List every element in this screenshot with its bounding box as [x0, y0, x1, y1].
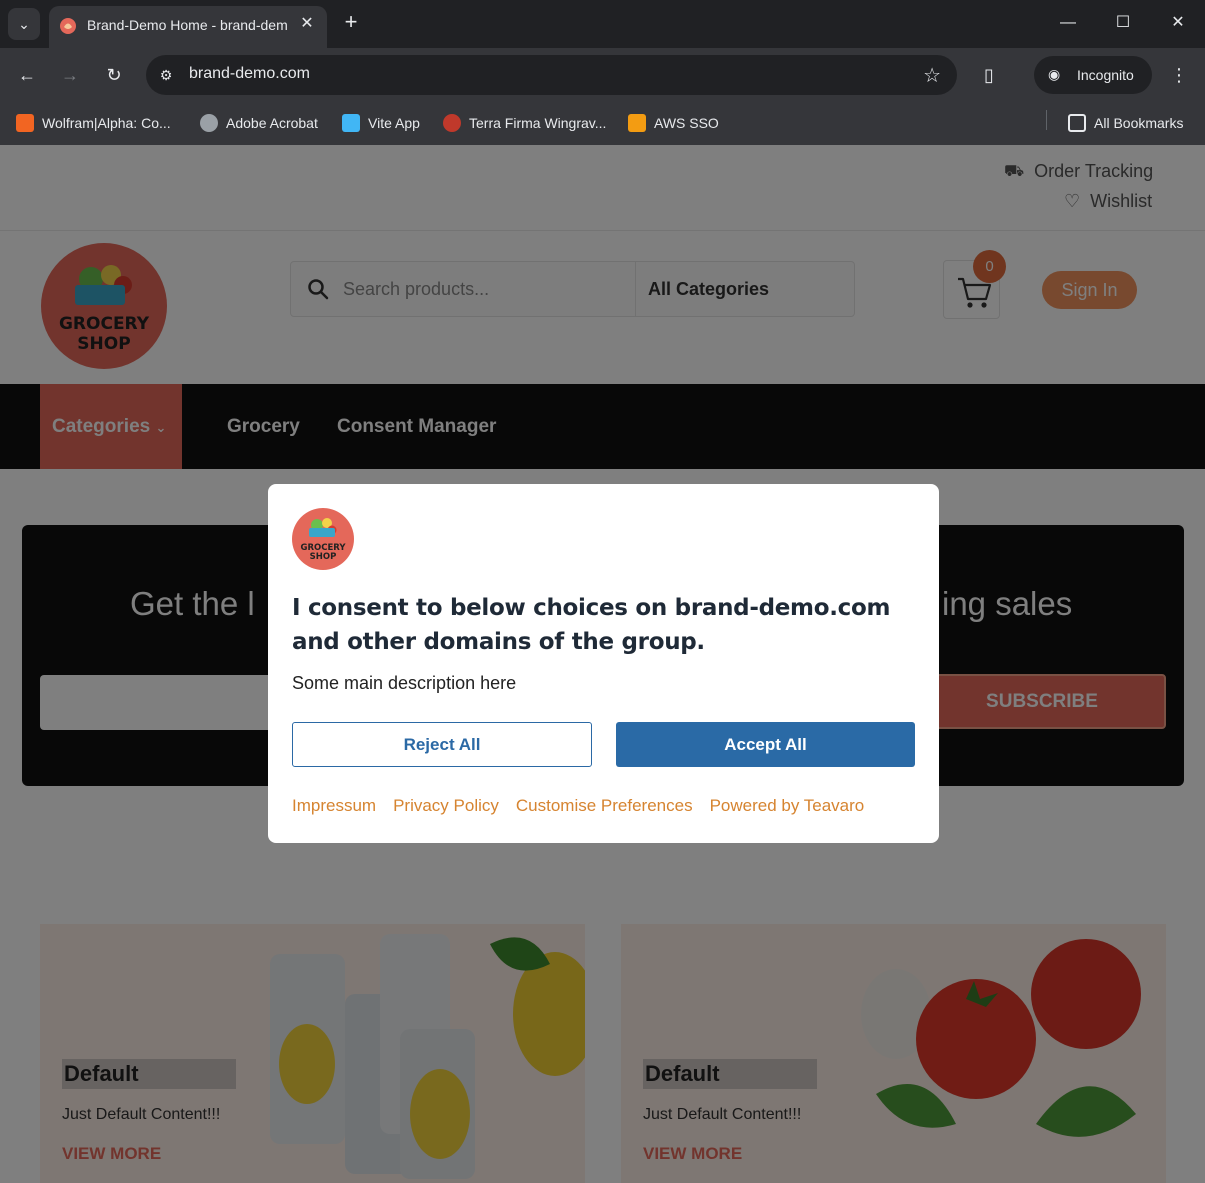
new-tab-button[interactable]: + [338, 10, 364, 36]
reject-all-button[interactable]: Reject All [292, 722, 592, 767]
gear-icon [443, 114, 461, 132]
consent-logo: GROCERY SHOP [292, 508, 354, 570]
consent-description: Some main description here [292, 673, 517, 693]
maximize-icon[interactable]: ☐ [1110, 10, 1136, 36]
bookmark-wolfram[interactable]: Wolfram|Alpha: Co... [16, 112, 171, 134]
bookmarks-divider [1046, 110, 1047, 130]
tab-strip: ⌄ Brand-Demo Home - brand-demo.com ✕ + —… [0, 0, 1205, 48]
back-icon[interactable]: ← [13, 61, 41, 89]
browser-chrome: ⌄ Brand-Demo Home - brand-demo.com ✕ + —… [0, 0, 1205, 145]
tab-title: Brand-Demo Home - brand-demo.com [87, 17, 287, 33]
reload-icon[interactable]: ↻ [100, 61, 128, 89]
close-tab-icon[interactable]: ✕ [297, 14, 317, 34]
incognito-indicator[interactable]: ◉ Incognito [1034, 56, 1152, 94]
globe-icon [200, 114, 218, 132]
site-favicon-icon [60, 18, 76, 34]
powered-by-link[interactable]: Powered by Teavaro [710, 796, 865, 816]
web-page: ⛟ Order Tracking ♡ Wishlist GROCERY SHOP [0, 145, 1205, 1183]
folder-icon [1068, 114, 1086, 132]
bookmark-star-icon[interactable]: ☆ [923, 63, 941, 88]
vite-icon [342, 114, 360, 132]
grocery-shop-logo-icon: GROCERY SHOP [300, 518, 346, 562]
cube-icon [628, 114, 646, 132]
consent-dialog: GROCERY SHOP I consent to below choices … [268, 484, 939, 843]
consent-footer-links: Impressum Privacy Policy Customise Prefe… [292, 796, 922, 816]
svg-text:SHOP: SHOP [310, 552, 337, 562]
bookmark-aws-sso[interactable]: AWS SSO [628, 112, 719, 134]
forward-icon[interactable]: → [56, 61, 84, 89]
customise-preferences-link[interactable]: Customise Preferences [516, 796, 693, 816]
browser-toolbar: ← → ↻ ⚙ brand-demo.com ☆ ▯ ◉ Incognito ⋮ [0, 48, 1205, 102]
tab-search-button[interactable]: ⌄ [8, 8, 40, 40]
window-close-icon[interactable]: ✕ [1165, 10, 1191, 36]
minimize-icon[interactable]: — [1055, 10, 1081, 36]
incognito-icon: ◉ [1048, 66, 1061, 82]
browser-menu-icon[interactable]: ⋮ [1165, 61, 1193, 89]
bookmarks-bar: Wolfram|Alpha: Co... Adobe Acrobat Vite … [0, 102, 1205, 145]
address-bar[interactable]: ⚙ brand-demo.com ☆ [146, 55, 957, 95]
incognito-label: Incognito [1077, 67, 1134, 83]
consent-title: I consent to below choices on brand-demo… [292, 595, 891, 655]
bookmark-adobe-acrobat[interactable]: Adobe Acrobat [200, 112, 318, 134]
impressum-link[interactable]: Impressum [292, 796, 376, 816]
browser-tab[interactable]: Brand-Demo Home - brand-demo.com ✕ [49, 6, 327, 48]
extensions-icon[interactable]: ▯ [975, 61, 1003, 89]
site-settings-icon[interactable]: ⚙ [156, 65, 176, 85]
all-bookmarks[interactable]: All Bookmarks [1068, 112, 1183, 134]
url-text[interactable]: brand-demo.com [189, 65, 310, 83]
wolfram-icon [16, 114, 34, 132]
bookmark-vite-app[interactable]: Vite App [342, 112, 420, 134]
privacy-policy-link[interactable]: Privacy Policy [393, 796, 499, 816]
accept-all-button[interactable]: Accept All [616, 722, 915, 767]
bookmark-terra-firma[interactable]: Terra Firma Wingrav... [443, 112, 606, 134]
